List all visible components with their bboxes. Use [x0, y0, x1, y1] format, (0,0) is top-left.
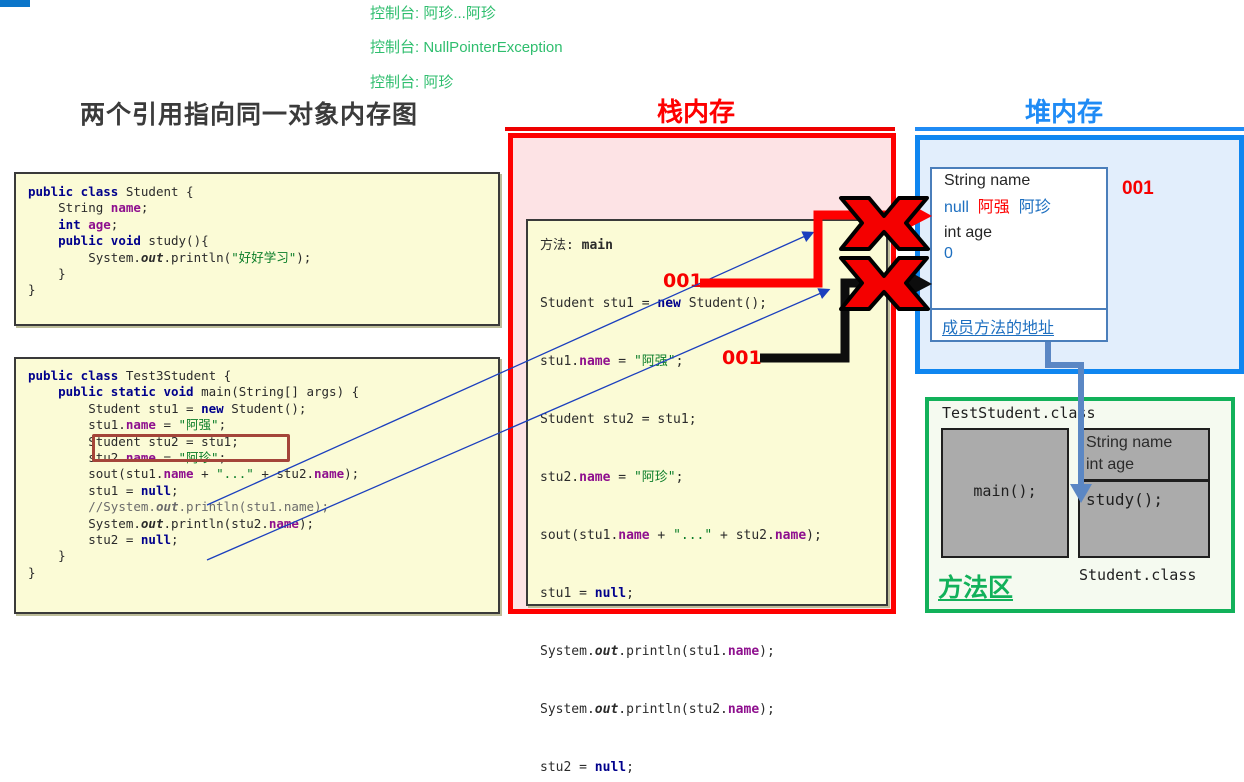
- stack-address-label-stu1: 001: [663, 270, 703, 292]
- method-area-student-field-name: String name: [1086, 434, 1173, 451]
- heap-name-value-aqiang: 阿强: [977, 199, 1010, 216]
- heap-field-name-decl: String name: [944, 172, 1031, 189]
- heap-field-name-values: null 阿强 阿珍: [932, 190, 1106, 217]
- console-value-2: NullPointerException: [423, 39, 563, 56]
- console-label-3: 控制台:: [370, 74, 420, 91]
- stack-title-underline: [505, 127, 895, 131]
- console-label-1: 控制台:: [370, 5, 420, 22]
- heap-name-value-null: null: [944, 199, 969, 216]
- code-block-student-text: public class Student { String name; int …: [28, 184, 312, 298]
- heap-address-label: 001: [1122, 178, 1154, 199]
- console-label-2: 控制台:: [370, 39, 420, 56]
- console-line-2: 控制台: NullPointerException: [370, 36, 563, 57]
- heap-memory-title: 堆内存: [1025, 97, 1104, 127]
- method-area-test-class-label: TestStudent.class: [942, 404, 1096, 422]
- top-left-blue-bar: [0, 0, 30, 7]
- stack-frame-box: 方法: main Student stu1 = new Student(); s…: [526, 219, 888, 775]
- highlight-box-stu2-assignment: [92, 434, 290, 462]
- method-area-student-box: String name int age study();: [1078, 428, 1210, 558]
- stack-address-label-stu2: 001: [722, 347, 762, 369]
- stack-frame-text: 方法: main Student stu1 = new Student(); s…: [540, 238, 822, 775]
- stack-memory-title: 栈内存: [657, 97, 736, 127]
- console-value-1: 阿珍...阿珍: [423, 5, 496, 22]
- heap-object-box: String name null 阿强 阿珍 int age 0: [930, 167, 1108, 323]
- page-title: 两个引用指向同一对象内存图: [80, 101, 419, 129]
- method-area-title: 方法区: [938, 574, 1014, 602]
- console-line-1: 控制台: 阿珍...阿珍: [370, 2, 496, 23]
- method-area-student-class-label: Student.class: [1079, 566, 1197, 584]
- heap-field-age-decl: int age: [944, 224, 993, 241]
- code-block-test-text: public class Test3Student { public stati…: [28, 368, 360, 580]
- method-area-main-label: main();: [973, 482, 1037, 500]
- heap-name-value-azhen: 阿珍: [1018, 199, 1051, 216]
- method-area-student-method: study();: [1086, 490, 1164, 509]
- heap-member-method-address-box: 成员方法的地址: [930, 308, 1108, 342]
- heap-title-underline: [915, 127, 1244, 131]
- heap-field-age-value: 0: [944, 245, 953, 262]
- heap-member-method-address-label: 成员方法的地址: [942, 320, 1055, 337]
- code-block-test: public class Test3Student { public stati…: [14, 357, 500, 614]
- console-line-3: 控制台: 阿珍: [370, 71, 453, 92]
- console-value-3: 阿珍: [423, 74, 454, 91]
- method-area-main-box: main();: [941, 428, 1069, 558]
- method-area-student-field-age: int age: [1086, 456, 1135, 473]
- code-block-student: public class Student { String name; int …: [14, 172, 500, 326]
